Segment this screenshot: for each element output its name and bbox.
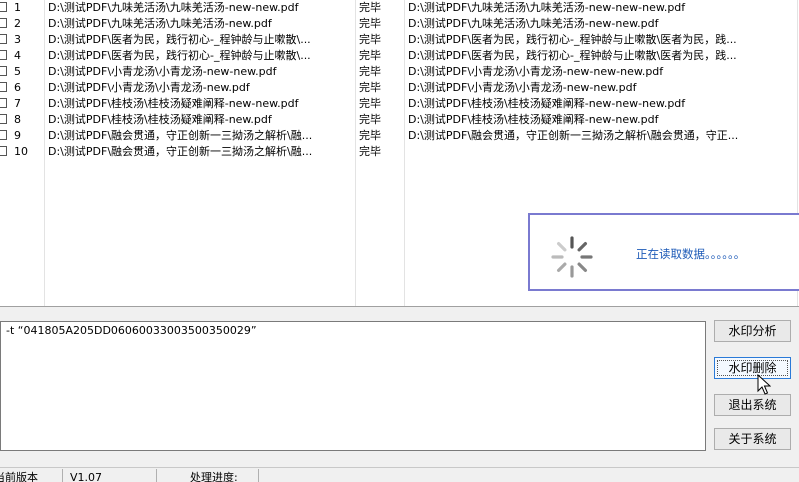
exit-system-button[interactable]: 退出系统 (714, 394, 791, 416)
table-row[interactable]: 7 D:\测试PDF\桂枝汤\桂枝汤疑难阐释-new-new.pdf 完毕 D:\测试… (0, 96, 799, 112)
source-path-cell: D:\测试PDF\桂枝汤\桂枝汤疑难阐释-new-new.pdf (48, 97, 299, 110)
table-row[interactable]: 5 D:\测试PDF\小青龙汤\小青龙汤-new-new.pdf 完毕 D:\测试PD… (0, 64, 799, 80)
source-path-cell: D:\测试PDF\桂枝汤\桂枝汤疑难阐释-new.pdf (48, 113, 272, 126)
row-number: 10 (14, 145, 28, 158)
row-number: 9 (14, 129, 21, 142)
row-number-cell: 8 (0, 112, 44, 128)
status-cell: 完毕 (359, 49, 381, 62)
source-path-cell: D:\测试PDF\医者为民，践行初心-_程钟龄与止嗽散\... (48, 49, 311, 62)
table-row[interactable]: 6 D:\测试PDF\小青龙汤\小青龙汤-new.pdf 完毕 D:\测试PDF\小青… (0, 80, 799, 96)
output-path-cell: D:\测试PDF\桂枝汤\桂枝汤疑难阐释-new-new.pdf (408, 113, 659, 126)
mouse-pointer-icon (757, 374, 771, 395)
status-cell: 完毕 (359, 65, 381, 78)
status-cell: 完毕 (359, 145, 381, 158)
loading-text: 正在读取数据。。。。。。 (636, 247, 746, 261)
row-checkbox[interactable] (0, 50, 7, 60)
source-path-cell: D:\测试PDF\融会贯通，守正创新一三拗汤之解析\融... (48, 129, 313, 142)
output-path-cell: D:\测试PDF\九味羌活汤\九味羌活汤-new-new-new.pdf (408, 1, 686, 14)
row-checkbox[interactable] (0, 18, 7, 28)
row-number: 7 (14, 97, 21, 110)
row-checkbox[interactable] (0, 82, 7, 92)
row-number: 3 (14, 33, 21, 46)
status-bar: 当前版本 V1.07 处理进度: (0, 467, 799, 482)
row-number: 2 (14, 17, 21, 30)
watermark-analyze-button[interactable]: 水印分析 (714, 320, 791, 342)
source-path-cell: D:\测试PDF\九味羌活汤\九味羌活汤-new.pdf (48, 17, 272, 30)
loading-dialog: 正在读取数据。。。。。。 (528, 213, 799, 291)
source-path-cell: D:\测试PDF\融会贯通，守正创新一三拗汤之解析\融... (48, 145, 313, 158)
row-number-cell: 5 (0, 64, 44, 80)
row-checkbox[interactable] (0, 2, 7, 12)
output-path-cell: D:\测试PDF\九味羌活汤\九味羌活汤-new-new.pdf (408, 17, 659, 30)
row-number-cell: 10 (0, 144, 44, 160)
row-checkbox[interactable] (0, 114, 7, 124)
row-number: 5 (14, 65, 21, 78)
about-system-button[interactable]: 关于系统 (714, 428, 791, 450)
row-number-cell: 6 (0, 80, 44, 96)
output-path-cell: D:\测试PDF\桂枝汤\桂枝汤疑难阐释-new-new-new.pdf (408, 97, 686, 110)
row-checkbox[interactable] (0, 130, 7, 140)
status-cell: 完毕 (359, 97, 381, 110)
table-row[interactable]: 4 D:\测试PDF\医者为民，践行初心-_程钟龄与止嗽散\... 完毕 D:\测试P… (0, 48, 799, 64)
status-cell: 完毕 (359, 33, 381, 46)
table-row[interactable]: 9 D:\测试PDF\融会贯通，守正创新一三拗汤之解析\融... 完毕 D:\测试PD… (0, 128, 799, 144)
status-cell: 完毕 (359, 129, 381, 142)
row-checkbox[interactable] (0, 98, 7, 108)
status-cell: 完毕 (359, 17, 381, 30)
output-path-cell: D:\测试PDF\小青龙汤\小青龙汤-new-new.pdf (408, 81, 637, 94)
table-row[interactable]: 3 D:\测试PDF\医者为民，践行初心-_程钟龄与止嗽散\... 完毕 D:\测试P… (0, 32, 799, 48)
output-path-cell (408, 144, 788, 160)
status-divider (258, 469, 259, 482)
row-number: 4 (14, 49, 21, 62)
version-value: V1.07 (70, 471, 103, 482)
version-label: 当前版本 (0, 471, 38, 482)
row-number: 6 (14, 81, 21, 94)
row-number-cell: 4 (0, 48, 44, 64)
row-number-cell: 2 (0, 16, 44, 32)
table-row[interactable]: 2 D:\测试PDF\九味羌活汤\九味羌活汤-new.pdf 完毕 D:\测试PDF\… (0, 16, 799, 32)
output-path-cell: D:\测试PDF\医者为民，践行初心-_程钟龄与止嗽散\医者为民，践... (408, 33, 737, 46)
row-number: 1 (14, 1, 21, 14)
table-row[interactable]: 1 D:\测试PDF\九味羌活汤\九味羌活汤-new-new.pdf 完毕 D:\测试… (0, 0, 799, 16)
status-cell: 完毕 (359, 1, 381, 14)
output-path-cell: D:\测试PDF\小青龙汤\小青龙汤-new-new-new.pdf (408, 65, 664, 78)
row-checkbox[interactable] (0, 146, 7, 156)
status-cell: 完毕 (359, 113, 381, 126)
row-checkbox[interactable] (0, 34, 7, 44)
row-checkbox[interactable] (0, 66, 7, 76)
source-path-cell: D:\测试PDF\医者为民，践行初心-_程钟龄与止嗽散\... (48, 33, 311, 46)
source-path-cell: D:\测试PDF\九味羌活汤\九味羌活汤-new-new.pdf (48, 1, 299, 14)
table-row[interactable]: 8 D:\测试PDF\桂枝汤\桂枝汤疑难阐释-new.pdf 完毕 D:\测试PDF\… (0, 112, 799, 128)
row-number: 8 (14, 113, 21, 126)
output-path-cell: D:\测试PDF\医者为民，践行初心-_程钟龄与止嗽散\医者为民，践... (408, 49, 737, 62)
command-text: -t “041805A205DD06060033003500350029” (6, 324, 257, 337)
command-textarea[interactable]: -t “041805A205DD06060033003500350029” (0, 321, 706, 451)
table-row[interactable]: 10 D:\测试PDF\融会贯通，守正创新一三拗汤之解析\融... 完毕 (0, 144, 799, 160)
row-number-cell: 3 (0, 32, 44, 48)
row-number-cell: 7 (0, 96, 44, 112)
row-number-cell: 9 (0, 128, 44, 144)
row-number-cell: 1 (0, 0, 44, 16)
watermark-remove-button[interactable]: 水印删除 (714, 357, 791, 379)
spinner-icon (551, 236, 593, 278)
status-divider (62, 469, 63, 482)
source-path-cell: D:\测试PDF\小青龙汤\小青龙汤-new.pdf (48, 81, 250, 94)
source-path-cell: D:\测试PDF\小青龙汤\小青龙汤-new-new.pdf (48, 65, 277, 78)
output-path-cell: D:\测试PDF\融会贯通，守正创新一三拗汤之解析\融会贯通，守正... (408, 129, 739, 142)
status-cell: 完毕 (359, 81, 381, 94)
status-divider (156, 469, 157, 482)
